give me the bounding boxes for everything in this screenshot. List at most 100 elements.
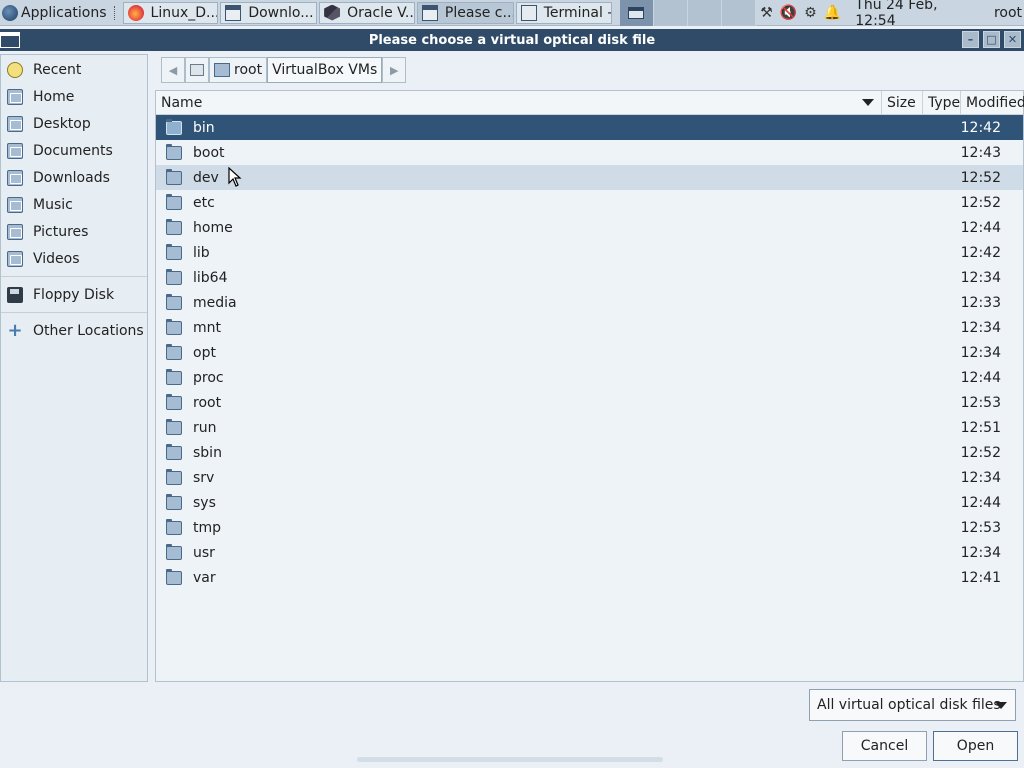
table-row[interactable]: bin 12:42 — [156, 115, 1023, 140]
pictures-folder-icon — [7, 223, 23, 240]
folder-icon — [166, 193, 182, 210]
table-row[interactable]: mnt 12:34 — [156, 315, 1023, 340]
table-row[interactable]: opt 12:34 — [156, 340, 1023, 365]
column-label: Modified — [966, 94, 1024, 111]
user-menu[interactable]: root — [994, 5, 1022, 21]
path-back-button[interactable]: ◀ — [161, 57, 185, 83]
top-panel: Applications Linux_D... Downlo... Oracle… — [0, 0, 1024, 29]
table-row[interactable]: var 12:41 — [156, 565, 1023, 590]
table-row[interactable]: srv 12:34 — [156, 465, 1023, 490]
table-row[interactable]: usr 12:34 — [156, 540, 1023, 565]
sidebar-item-desktop[interactable]: Desktop — [1, 110, 147, 137]
file-list[interactable]: Name Size Type Modified bin 12:42 boot 12:4… — [155, 90, 1024, 682]
table-row[interactable]: lib 12:42 — [156, 240, 1023, 265]
file-modified: 12:52 — [960, 169, 1001, 186]
table-row[interactable]: tmp 12:53 — [156, 515, 1023, 540]
task-label: Please c... — [444, 4, 514, 21]
file-name: proc — [193, 369, 224, 386]
dialog-titlebar[interactable]: Please choose a virtual optical disk fil… — [0, 29, 1024, 51]
file-modified: 12:52 — [960, 444, 1001, 461]
path-filesystem-root-button[interactable] — [185, 57, 209, 83]
virtualbox-icon — [324, 4, 341, 21]
file-modified: 12:51 — [960, 419, 1001, 436]
sidebar-item-recent[interactable]: Recent — [1, 56, 147, 83]
sidebar-item-videos[interactable]: Videos — [1, 245, 147, 272]
sidebar-item-documents[interactable]: Documents — [1, 137, 147, 164]
sidebar-item-label: Music — [33, 196, 73, 213]
sidebar-item-label: Desktop — [33, 115, 91, 132]
power-icon[interactable]: ⚙ — [799, 5, 821, 21]
table-row[interactable]: lib64 12:34 — [156, 265, 1023, 290]
path-forward-button[interactable]: ▶ — [382, 57, 407, 83]
table-row[interactable]: dev 12:52 — [156, 165, 1023, 190]
places-sidebar: Recent Home Desktop Documents Downloads … — [0, 54, 148, 682]
file-name: sbin — [193, 444, 222, 461]
table-row[interactable]: boot 12:43 — [156, 140, 1023, 165]
file-modified: 12:43 — [960, 144, 1001, 161]
workspace-4[interactable] — [721, 0, 756, 26]
window-menu-icon[interactable] — [0, 32, 20, 48]
resize-grip[interactable] — [357, 757, 663, 762]
table-row[interactable]: root 12:53 — [156, 390, 1023, 415]
sidebar-item-downloads[interactable]: Downloads — [1, 164, 147, 191]
path-crumb-virtualbox-vms[interactable]: VirtualBox VMs — [267, 57, 383, 83]
crumb-label: root — [234, 62, 263, 78]
workspace-2[interactable] — [653, 0, 688, 26]
workspace-1[interactable] — [619, 0, 654, 26]
column-header-type[interactable]: Type — [923, 91, 961, 114]
file-name: sys — [193, 494, 216, 511]
system-tray: ⚒ 🔇 ⚙ 🔔 Thu 24 Feb, 12:54 root — [756, 0, 1024, 29]
column-header-size[interactable]: Size — [882, 91, 923, 114]
file-modified: 12:34 — [960, 469, 1001, 486]
firefox-icon — [127, 4, 144, 21]
task-downloads[interactable]: Downlo... — [220, 1, 318, 24]
column-label: Type — [928, 94, 961, 111]
folder-icon — [166, 243, 182, 260]
table-row[interactable]: run 12:51 — [156, 415, 1023, 440]
file-type-filter-dropdown[interactable]: All virtual optical disk files — [809, 689, 1016, 721]
table-row[interactable]: etc 12:52 — [156, 190, 1023, 215]
close-button[interactable]: ✕ — [1004, 31, 1021, 48]
column-header-modified[interactable]: Modified — [961, 91, 1024, 114]
table-row[interactable]: sbin 12:52 — [156, 440, 1023, 465]
task-label: Terminal - — [543, 4, 612, 21]
task-oracle-vm[interactable]: Oracle V... — [319, 1, 415, 24]
table-row[interactable]: home 12:44 — [156, 215, 1023, 240]
file-list-header: Name Size Type Modified — [156, 91, 1024, 115]
sidebar-item-other-locations[interactable]: + Other Locations — [1, 317, 147, 344]
table-row[interactable]: proc 12:44 — [156, 365, 1023, 390]
folder-icon — [166, 368, 182, 385]
file-modified: 12:34 — [960, 319, 1001, 336]
column-header-name[interactable]: Name — [156, 91, 882, 114]
open-button[interactable]: Open — [933, 731, 1018, 761]
path-crumb-root[interactable]: root — [209, 57, 268, 83]
home-folder-icon — [7, 88, 23, 105]
task-label: Oracle V... — [347, 4, 415, 21]
workspace-3[interactable] — [687, 0, 722, 26]
cancel-button[interactable]: Cancel — [842, 731, 927, 761]
crumb-label: VirtualBox VMs — [272, 62, 378, 78]
task-terminal[interactable]: Terminal - — [515, 1, 612, 24]
volume-muted-icon[interactable]: 🔇 — [777, 5, 799, 21]
task-firefox[interactable]: Linux_D... — [122, 1, 219, 24]
table-row[interactable]: media 12:33 — [156, 290, 1023, 315]
sidebar-item-pictures[interactable]: Pictures — [1, 218, 147, 245]
task-please-choose[interactable]: Please c... — [416, 1, 514, 24]
desktop-folder-icon — [7, 115, 23, 132]
network-icon[interactable]: ⚒ — [756, 5, 778, 21]
clock[interactable]: Thu 24 Feb, 12:54 — [855, 0, 982, 29]
sidebar-item-music[interactable]: Music — [1, 191, 147, 218]
maximize-button[interactable]: □ — [983, 31, 1000, 48]
table-row[interactable]: sys 12:44 — [156, 490, 1023, 515]
sidebar-item-label: Downloads — [33, 169, 110, 186]
notification-bell-icon[interactable]: 🔔 — [821, 5, 843, 21]
music-folder-icon — [7, 196, 23, 213]
sidebar-item-home[interactable]: Home — [1, 83, 147, 110]
sidebar-item-floppy-disk[interactable]: Floppy Disk — [1, 281, 147, 308]
file-name: etc — [193, 194, 215, 211]
applications-menu[interactable]: Applications — [0, 0, 111, 26]
sidebar-item-label: Floppy Disk — [33, 286, 115, 303]
minimize-button[interactable]: – — [962, 31, 979, 48]
sidebar-separator — [1, 312, 147, 313]
sort-descending-icon — [862, 99, 874, 106]
